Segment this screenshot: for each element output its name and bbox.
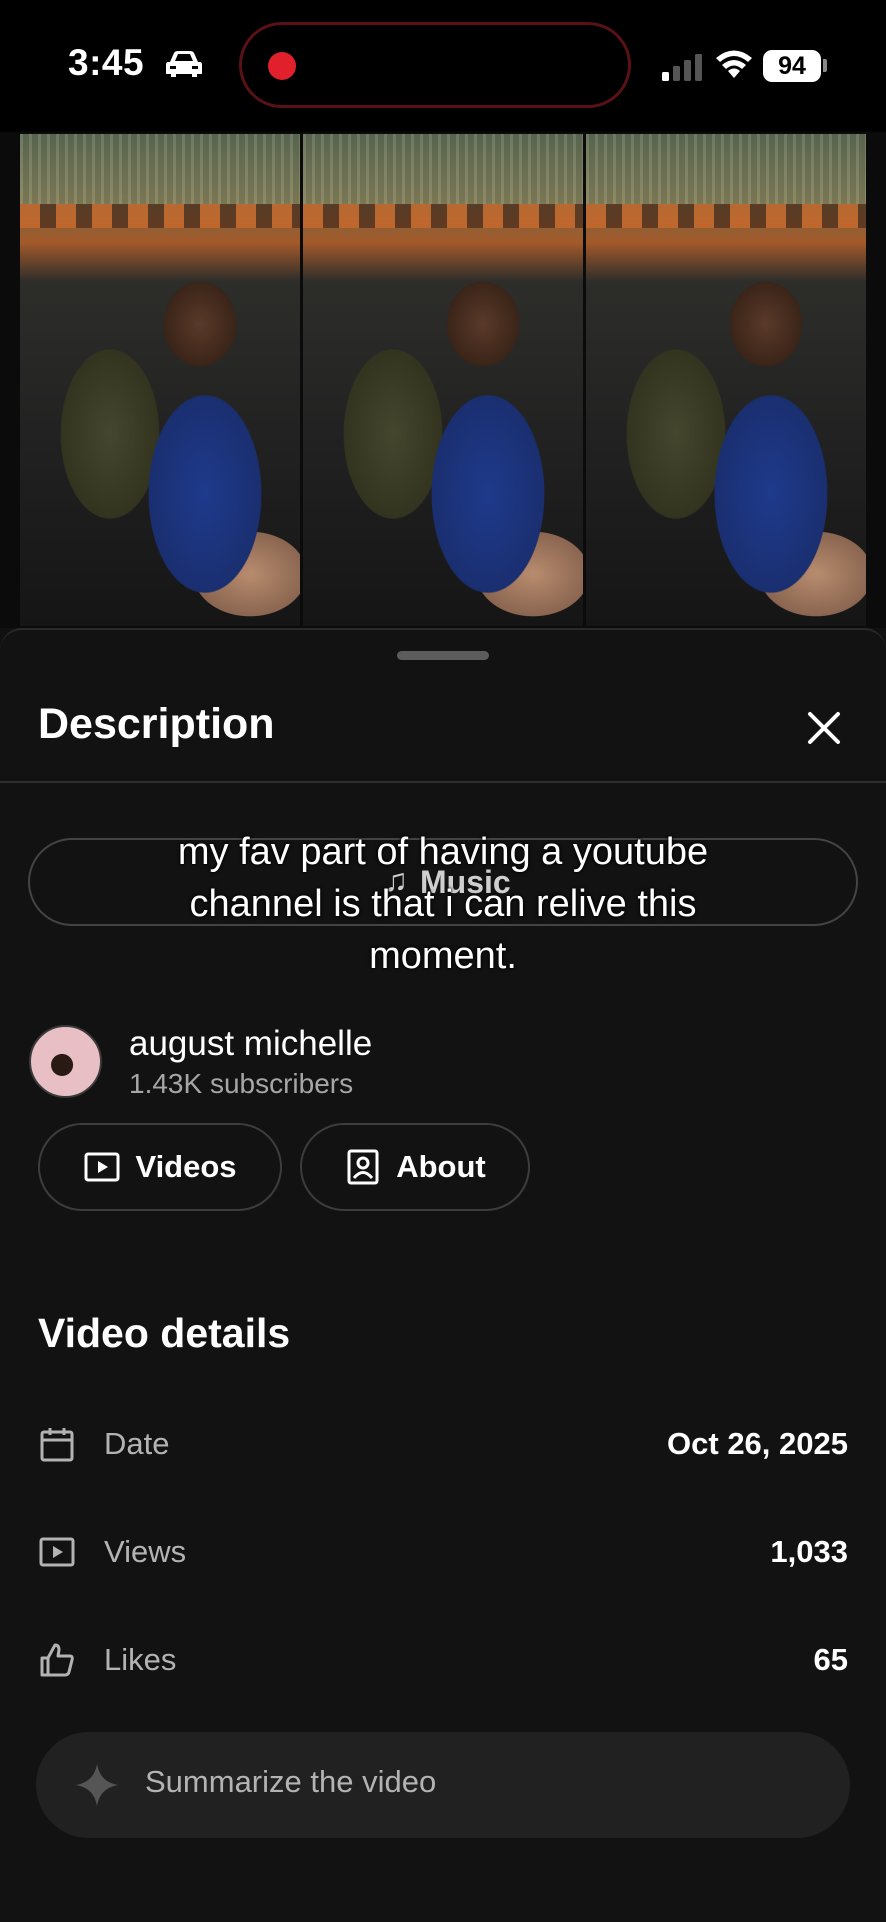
status-time: 3:45: [68, 42, 145, 83]
channel-avatar[interactable]: [29, 1025, 102, 1098]
about-label: About: [396, 1149, 486, 1184]
cellular-signal-icon: [662, 54, 702, 81]
channel-name[interactable]: august michelle: [129, 1024, 372, 1064]
channel-subscribers: 1.43K subscribers: [129, 1068, 354, 1099]
battery-level: 94: [763, 50, 821, 82]
views-value: 1,033: [770, 1534, 848, 1569]
drag-handle[interactable]: [397, 651, 489, 660]
car-icon: [166, 51, 202, 77]
views-label: Views: [104, 1534, 187, 1569]
profile-card-icon: [347, 1149, 379, 1185]
about-button[interactable]: About: [300, 1123, 530, 1211]
recording-indicator-icon: [268, 52, 296, 80]
description-sheet: [0, 628, 886, 1922]
close-icon[interactable]: [798, 702, 850, 754]
dynamic-island: [239, 22, 631, 108]
wifi-icon: [716, 50, 752, 78]
date-label: Date: [104, 1426, 170, 1461]
sparkle-icon: [76, 1764, 118, 1806]
battery-nub: [823, 59, 827, 72]
likes-label: Likes: [104, 1642, 177, 1677]
calendar-icon: [40, 1428, 74, 1462]
likes-value: 65: [813, 1642, 848, 1677]
videos-button[interactable]: Videos: [38, 1123, 282, 1211]
video-frame-thumbnail: [303, 134, 583, 626]
video-play-icon: [84, 1152, 120, 1182]
video-frame-thumbnail: [20, 134, 300, 626]
video-details-title: Video details: [38, 1310, 291, 1356]
divider: [0, 781, 886, 783]
video-frame-thumbnail: [586, 134, 866, 626]
videos-label: Videos: [135, 1149, 237, 1184]
overlay-caption: my fav part of having a youtube channel …: [177, 831, 709, 977]
sheet-title: Description: [38, 700, 275, 748]
date-value: Oct 26, 2025: [667, 1426, 848, 1461]
summarize-label: Summarize the video: [145, 1764, 437, 1799]
play-icon: [39, 1537, 75, 1567]
thumbs-up-icon: [40, 1643, 74, 1677]
